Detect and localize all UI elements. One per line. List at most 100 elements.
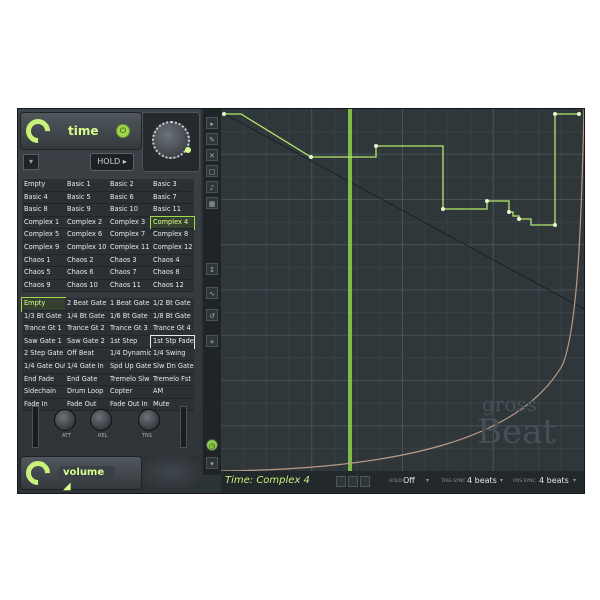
preset-item[interactable]: Complex 1 [22, 216, 65, 230]
preset-item[interactable]: Basic 2 [108, 179, 151, 192]
hold-dropdown-icon[interactable]: ▾ [426, 477, 429, 484]
select-tool-icon[interactable]: □ [206, 165, 218, 177]
preset-item[interactable]: Chaos 8 [151, 267, 194, 280]
preset-item[interactable]: Trance Gt 2 [65, 323, 108, 336]
preset-item[interactable]: Basic 6 [108, 191, 151, 205]
preset-item[interactable]: Empty [22, 179, 65, 192]
left-slider[interactable] [32, 406, 39, 448]
preset-item[interactable]: Tremelo Slw [108, 373, 151, 387]
preset-item[interactable]: Basic 7 [151, 191, 194, 205]
delete-tool-icon[interactable]: ✕ [206, 149, 218, 161]
add-tool-icon[interactable]: + [206, 335, 218, 347]
preset-item[interactable]: Trance Gt 1 [22, 323, 65, 336]
preset-item[interactable]: Complex 8 [151, 229, 194, 242]
tension-knob[interactable] [138, 409, 160, 431]
preset-item[interactable]: Complex 11 [108, 241, 151, 255]
mix-knob[interactable] [152, 121, 190, 159]
preset-item[interactable]: Chaos 10 [65, 279, 108, 293]
hold-button[interactable]: HOLD ▸ [90, 153, 134, 171]
preset-item[interactable]: Trance Gt 3 [108, 323, 151, 336]
preset-item[interactable]: Spd Up Gate [108, 360, 151, 374]
pointer-tool-icon[interactable]: ▸ [206, 117, 218, 129]
preset-item[interactable]: Chaos 6 [65, 267, 108, 280]
curve-tool-icon[interactable]: ∿ [206, 287, 218, 299]
preset-item[interactable]: Complex 5 [22, 229, 65, 242]
pos-sync-label: POS SYNC [513, 479, 536, 484]
clock-icon[interactable]: ◷ [206, 439, 218, 451]
footer-button-2[interactable] [348, 476, 358, 487]
preset-item[interactable]: Basic 4 [22, 191, 65, 205]
trig-sync-value[interactable]: 4 beats [467, 476, 497, 485]
preset-item[interactable]: 1/4 Bt Gate [65, 310, 108, 324]
preset-item[interactable]: 1/4 Dynamic [108, 348, 151, 361]
preset-item[interactable]: Basic 10 [108, 204, 151, 217]
preset-item[interactable]: Drum Loop [65, 386, 108, 399]
draw-tool-icon[interactable]: ✎ [206, 133, 218, 145]
down-tool-icon[interactable]: ▾ [206, 457, 218, 469]
preset-item[interactable]: 2 Beat Gate [65, 298, 108, 311]
preset-item[interactable]: 1 Beat Gate [108, 298, 151, 311]
preset-item[interactable]: Copter [108, 386, 151, 399]
preset-item[interactable]: Basic 3 [151, 179, 194, 192]
preset-item[interactable]: 1st Stp Fade [150, 334, 195, 350]
preset-item[interactable]: 1/2 Bt Gate [151, 298, 194, 311]
preset-item[interactable]: Basic 11 [151, 204, 194, 217]
preset-item[interactable]: 1/6 Bt Gate [108, 310, 151, 324]
preset-item[interactable]: Chaos 4 [151, 254, 194, 268]
preset-item[interactable]: Basic 9 [65, 204, 108, 217]
flip-tool-icon[interactable]: ↕ [206, 263, 218, 275]
undo-tool-icon[interactable]: ↺ [206, 309, 218, 321]
preset-item[interactable]: 1/4 Gate In [65, 360, 108, 374]
attack-knob[interactable] [54, 409, 76, 431]
preset-item[interactable]: Complex 9 [22, 241, 65, 255]
snap-tool-icon[interactable]: ♪ [206, 181, 218, 193]
preset-item[interactable]: Slw Dn Gate [151, 360, 194, 374]
preset-item[interactable]: Complex 12 [151, 241, 194, 255]
preset-item[interactable]: End Gate [65, 373, 108, 387]
preset-item[interactable]: 1st Step [108, 335, 151, 349]
hold-footer-value[interactable]: Off [403, 476, 415, 485]
preset-item[interactable]: Chaos 3 [108, 254, 151, 268]
preset-item[interactable]: Complex 4 [150, 215, 195, 231]
right-slider[interactable] [180, 406, 187, 448]
footer-button-3[interactable] [360, 476, 370, 487]
preset-item[interactable]: Chaos 11 [108, 279, 151, 293]
preset-item[interactable]: 1/4 Swing [151, 348, 194, 361]
preset-item[interactable]: Complex 2 [65, 216, 108, 230]
preset-item[interactable]: Chaos 9 [22, 279, 65, 293]
preset-item[interactable]: Complex 10 [65, 241, 108, 255]
preset-item[interactable]: End Fade [22, 373, 65, 387]
preset-item[interactable]: Saw Gate 2 [65, 335, 108, 349]
preset-item[interactable]: 2 Step Gate [22, 348, 65, 361]
footer-button-1[interactable] [336, 476, 346, 487]
preset-item[interactable]: Empty [21, 297, 66, 312]
pos-sync-value[interactable]: 4 beats [539, 476, 569, 485]
preset-item[interactable]: Complex 3 [108, 216, 151, 230]
preset-item[interactable]: Trance Gt 4 [151, 323, 194, 336]
preset-item[interactable]: Off Beat [65, 348, 108, 361]
preset-item[interactable]: AM [151, 386, 194, 399]
trig-sync-dropdown-icon[interactable]: ▾ [500, 477, 503, 484]
preset-item[interactable]: Chaos 7 [108, 267, 151, 280]
playhead[interactable] [348, 109, 352, 471]
preset-item[interactable]: 1/3 Bt Gate [22, 310, 65, 324]
preset-item[interactable]: Chaos 2 [65, 254, 108, 268]
preset-item[interactable]: 1/4 Gate Out [22, 360, 65, 374]
preset-item[interactable]: Complex 6 [65, 229, 108, 242]
preset-item[interactable]: Chaos 12 [151, 279, 194, 293]
menu-arrow-icon[interactable]: ▾ [23, 154, 39, 170]
grid-tool-icon[interactable]: ▦ [206, 197, 218, 209]
preset-item[interactable]: Basic 5 [65, 191, 108, 205]
pos-sync-dropdown-icon[interactable]: ▾ [573, 477, 576, 484]
preset-item[interactable]: 1/8 Bt Gate [151, 310, 194, 324]
preset-item[interactable]: Sidechain [22, 386, 65, 399]
preset-item[interactable]: Complex 7 [108, 229, 151, 242]
preset-item[interactable]: Chaos 1 [22, 254, 65, 268]
preset-item[interactable]: Basic 8 [22, 204, 65, 217]
release-knob[interactable] [90, 409, 112, 431]
power-icon[interactable]: ⏻ [116, 124, 130, 138]
preset-item[interactable]: Chaos 5 [22, 267, 65, 280]
preset-item[interactable]: Tremelo Fst [151, 373, 194, 387]
preset-item[interactable]: Saw Gate 1 [22, 335, 65, 349]
preset-item[interactable]: Basic 1 [65, 179, 108, 192]
